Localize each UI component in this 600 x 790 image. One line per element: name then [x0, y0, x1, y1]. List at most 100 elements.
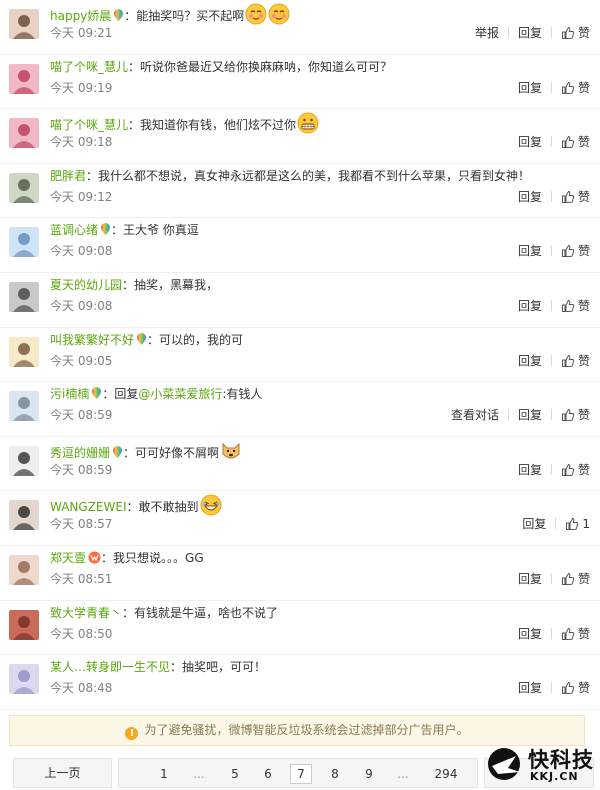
like-button[interactable]: 赞	[561, 407, 590, 423]
reply-button[interactable]: 回复	[518, 25, 542, 41]
page-number[interactable]: 294	[429, 764, 463, 784]
avatar[interactable]	[9, 500, 39, 531]
like-button[interactable]: 赞	[561, 680, 590, 696]
reply-button[interactable]: 回复	[518, 571, 542, 587]
like-button[interactable]: 赞	[561, 626, 590, 642]
reply-button[interactable]: 回复	[522, 516, 546, 532]
comment-timestamp: 今天 08:59	[50, 462, 113, 477]
thumbs-up-icon	[561, 572, 575, 585]
page-current[interactable]: 7	[290, 764, 312, 784]
reply-button[interactable]: 回复	[518, 353, 542, 369]
comment-timestamp: 今天 09:08	[50, 244, 113, 259]
thumbs-up-icon	[561, 409, 575, 422]
like-button[interactable]: 赞	[561, 80, 590, 96]
page-number[interactable]: 8	[324, 764, 346, 784]
thumbs-up-icon	[561, 682, 575, 695]
comment-username[interactable]: 肥胖君	[50, 169, 86, 183]
reply-button[interactable]: 回复	[518, 626, 542, 642]
avatar[interactable]	[9, 9, 39, 39]
like-button[interactable]: 赞	[561, 189, 590, 205]
comment-username[interactable]: 夏天的幼儿园	[50, 278, 122, 292]
avatar[interactable]	[9, 336, 39, 367]
page-number[interactable]: 6	[257, 764, 279, 784]
page-number-list: 1... 5 6 7 8 9... 294	[118, 758, 478, 788]
view-conversation-button[interactable]: 查看对话	[451, 407, 499, 423]
reply-button[interactable]: 回复	[518, 680, 542, 696]
reply-button[interactable]: 回复	[518, 189, 542, 205]
site-watermark: 快科技 KKJ.CN	[486, 744, 596, 784]
page-number[interactable]: 1	[153, 764, 175, 784]
member-badge-icon	[92, 387, 102, 400]
avatar[interactable]	[9, 609, 39, 640]
comment-timestamp: 今天 09:12	[50, 189, 113, 204]
comment-text: ：可以的，我的可	[147, 332, 244, 347]
comment-username[interactable]: 污i楠楠	[50, 387, 89, 401]
comment-username[interactable]: 某人…转身即一生不见	[50, 660, 170, 674]
comment-username[interactable]: 秀逗的姗姗	[50, 446, 110, 460]
comment-timestamp: 今天 09:18	[50, 135, 113, 150]
comment-username[interactable]: 蓝调心绪	[50, 223, 98, 237]
avatar[interactable]	[9, 63, 39, 94]
comment-username[interactable]: WANGZEWEI	[50, 500, 126, 514]
reply-button[interactable]: 回复	[518, 80, 542, 96]
mention-link[interactable]: @小菜菜爱旅行	[138, 387, 222, 401]
reply-button[interactable]: 回复	[518, 407, 542, 423]
like-button[interactable]: 赞	[561, 134, 590, 150]
comment-actions: 回复 赞	[518, 680, 590, 696]
comment-username[interactable]: 叫我繁繁好不好	[50, 333, 134, 347]
comment-actions: 回复 赞	[518, 134, 590, 150]
comment-item: 夏天的幼儿园：抽奖，黑幕我， 今天 09:08 回复 赞	[0, 273, 600, 328]
like-button[interactable]: 赞	[561, 298, 590, 314]
comment-username[interactable]: happy娇晨	[50, 9, 111, 23]
like-label: 赞	[577, 462, 590, 477]
emoji-blush2-icon	[244, 3, 290, 25]
like-button[interactable]: 赞	[561, 462, 590, 478]
comment-actions: 回复 赞	[518, 243, 590, 259]
thumbs-up-icon	[566, 518, 579, 531]
comment-item: 郑天壹 ：我只想说。。。GG 今天 08:51 回复 赞	[0, 546, 600, 601]
like-label: 赞	[577, 298, 590, 313]
comment-username[interactable]: 喵了个咪_慧儿	[50, 60, 128, 74]
like-label: 赞	[577, 571, 590, 586]
avatar[interactable]	[9, 172, 39, 203]
page-number[interactable]: 5	[224, 764, 246, 784]
avatar[interactable]	[9, 391, 39, 422]
comment-username[interactable]: 致大学青春丶	[50, 606, 122, 620]
reply-button[interactable]: 回复	[518, 134, 542, 150]
like-button[interactable]: 赞	[561, 571, 590, 587]
reply-button[interactable]: 回复	[518, 462, 542, 478]
watermark-subtitle: KKJ.CN	[530, 770, 579, 783]
thumbs-up-icon	[561, 627, 575, 640]
avatar[interactable]	[9, 664, 39, 695]
watermark-logo-icon	[488, 748, 520, 780]
like-button[interactable]: 赞	[561, 25, 590, 41]
comment-actions: 回复 赞	[518, 298, 590, 314]
avatar[interactable]	[9, 227, 39, 258]
comment-actions: 回复 1	[522, 516, 590, 532]
thumbs-up-icon	[561, 354, 575, 367]
report-button[interactable]: 举报	[475, 25, 499, 41]
like-button[interactable]: 赞	[561, 243, 590, 259]
emoji-doge-icon	[219, 442, 242, 460]
prev-page-button[interactable]: 上一页	[13, 758, 112, 788]
reply-button[interactable]: 回复	[518, 243, 542, 259]
reply-button[interactable]: 回复	[518, 298, 542, 314]
like-button[interactable]: 1	[565, 516, 590, 532]
avatar[interactable]	[9, 445, 39, 476]
comment-text: ：我只想说。。。GG	[101, 550, 204, 565]
comment-item: 致大学青春丶：有钱就是牛逼，啥也不说了 今天 08:50 回复 赞	[0, 601, 600, 656]
comment-item: 喵了个咪_慧儿：我知道你有钱，他们炫不过你 今天 09:18 回复 赞	[0, 109, 600, 164]
avatar[interactable]	[9, 281, 39, 312]
comment-username[interactable]: 喵了个咪_慧儿	[50, 118, 128, 132]
comment-text: ：抽奖吧，可可！	[170, 660, 267, 675]
page-number[interactable]: 9	[358, 764, 380, 784]
page-ellipsis: ...	[397, 767, 409, 781]
avatar[interactable]	[9, 118, 39, 149]
comment-actions: 回复 赞	[518, 462, 590, 478]
avatar[interactable]	[9, 554, 39, 585]
like-label: 赞	[577, 26, 590, 40]
like-button[interactable]: 赞	[561, 353, 590, 369]
like-label: 赞	[577, 189, 590, 204]
comment-username[interactable]: 郑天壹	[50, 551, 86, 565]
like-label: 赞	[577, 681, 590, 696]
